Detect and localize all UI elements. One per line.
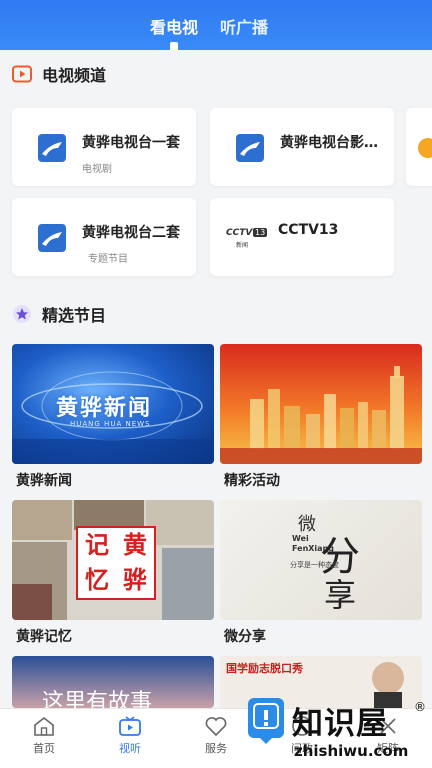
watermark-logo-icon [248, 698, 284, 744]
program-title[interactable]: 微分享 [224, 626, 266, 646]
channel-grid: 黄骅电视台一套 电视剧 黄骅电视台影… 黄骅电视台二套 专题节目 CCTV 13… [0, 96, 432, 286]
channel-name: 黄骅电视台影… [280, 135, 378, 151]
channel-name: CCTV13 [278, 222, 339, 238]
home-icon [34, 716, 54, 736]
program-title[interactable]: 精彩活动 [224, 470, 280, 490]
channel-card[interactable]: CCTV 13 新闻 CCTV13 [210, 198, 394, 276]
channel-subtitle: 专题节目 [88, 254, 128, 265]
nav-audiovisual[interactable]: 视听 [100, 715, 160, 756]
channel-name: 黄骅电视台一套 [82, 135, 180, 151]
program-title[interactable]: 黄骅新闻 [16, 470, 72, 490]
cctv13-logo-icon: CCTV 13 新闻 [226, 228, 268, 249]
media-tabs: 看电视 听广播 [150, 14, 268, 38]
nav-label: 服务 [205, 742, 227, 755]
watermark-url: zhishiwu.com [294, 742, 409, 760]
city-skyline-graphic [220, 366, 422, 464]
nav-service[interactable]: 服务 [186, 715, 246, 756]
heart-icon [205, 717, 227, 737]
memory-seal-graphic: 记 黄 忆 骅 [76, 526, 156, 600]
huanghua-logo-icon [38, 134, 66, 162]
star-icon [12, 304, 32, 324]
nav-label: 视听 [119, 742, 141, 755]
program-thumbnail-activity[interactable] [220, 344, 422, 464]
huanghua-logo-icon [236, 134, 264, 162]
tv-play-icon [119, 716, 141, 736]
program-art-subtitle: HUANG HUA NEWS [70, 420, 151, 428]
nav-home[interactable]: 首页 [14, 715, 74, 756]
channel-card[interactable]: 黄骅电视台二套 专题节目 [12, 198, 196, 276]
nav-label: 首页 [33, 742, 55, 755]
channel-name: 黄骅电视台二套 [82, 225, 180, 241]
top-header: 看电视 听广播 [0, 0, 432, 50]
tab-watch-tv[interactable]: 看电视 [150, 14, 198, 38]
tv-icon [12, 64, 32, 84]
channel-card-partial[interactable] [406, 108, 432, 186]
tab-listen-radio[interactable]: 听广播 [220, 14, 268, 38]
channel-card[interactable]: 黄骅电视台一套 电视剧 [12, 108, 196, 186]
section-label: 电视频道 [42, 66, 107, 85]
program-thumbnail-memory[interactable]: 记 黄 忆 骅 [12, 500, 214, 620]
featured-section-title: 精选节目 [12, 302, 106, 326]
program-thumbnail-share[interactable]: 微 Wei FenXiang 分 分享是一种态度 享 [220, 500, 422, 620]
watermark-brand: 知识屋 [292, 706, 388, 742]
watermark-mark: ® [414, 700, 426, 714]
program-title[interactable]: 黄骅记忆 [16, 626, 72, 646]
tv-section-title: 电视频道 [12, 62, 106, 86]
program-thumbnail-news[interactable]: 黄骅新闻 HUANG HUA NEWS [12, 344, 214, 464]
program-thumbnail-story[interactable]: 这里有故事 [12, 656, 214, 708]
huanghua-logo-icon [38, 224, 66, 252]
watermark: 知识屋 ® zhishiwu.com [248, 698, 432, 768]
channel-card[interactable]: 黄骅电视台影… [210, 108, 394, 186]
program-art-title: 黄骅新闻 [56, 396, 153, 421]
section-label: 精选节目 [42, 306, 107, 325]
channel-subtitle: 电视剧 [82, 164, 112, 175]
channel-logo-icon [418, 138, 432, 158]
